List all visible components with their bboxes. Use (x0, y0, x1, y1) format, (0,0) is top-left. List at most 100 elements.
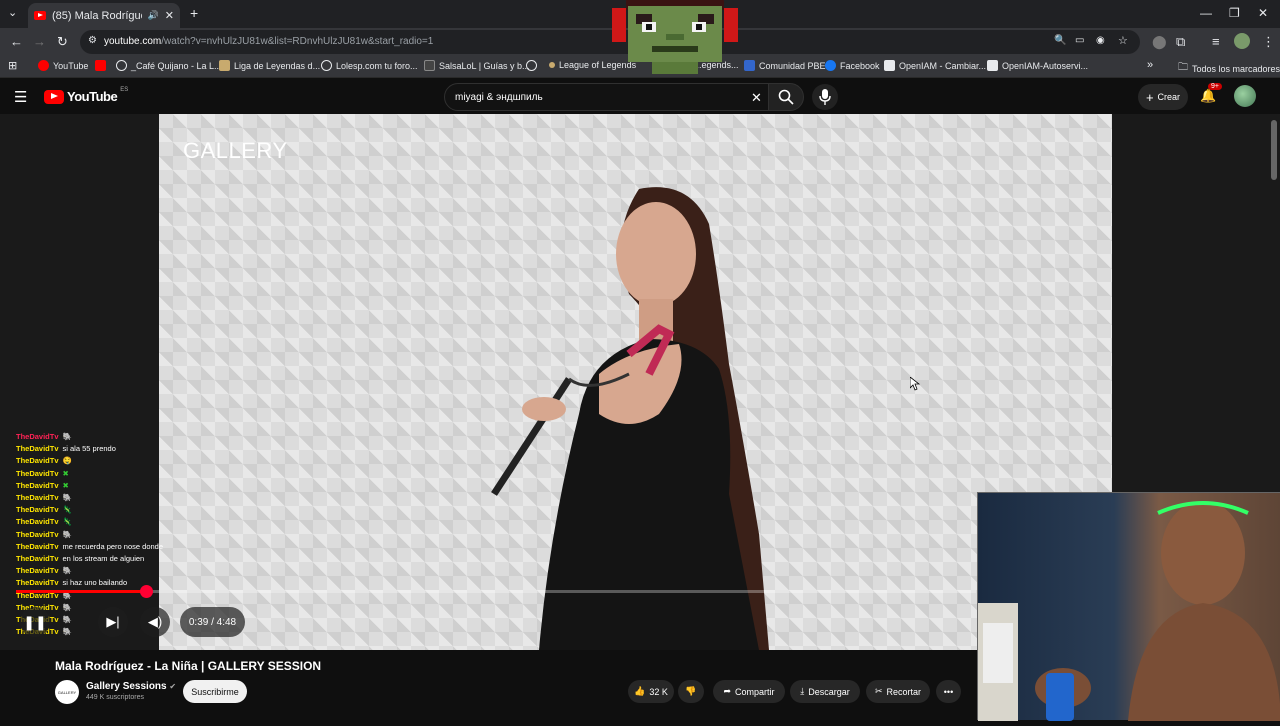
like-button[interactable]: 👍 32 K (628, 680, 674, 703)
openiam-icon (987, 60, 998, 71)
chat-message: TheDavidTv🐘 (16, 566, 72, 576)
video-title: Mala Rodríguez - La Niña | GALLERY SESSI… (55, 659, 322, 673)
chat-message: TheDavidTv 🤤 (16, 456, 72, 466)
user-avatar[interactable] (1234, 85, 1256, 107)
search-input[interactable]: miyagi & эндшпиль ✕ (444, 83, 770, 111)
tab-search-icon[interactable]: ⌄ (8, 6, 17, 19)
hamburger-menu-icon[interactable]: ☰ (14, 88, 27, 106)
bookmark-globe[interactable] (526, 60, 537, 71)
url-text: youtube.com/watch?v=nvhUlzJU81w&list=RDn… (104, 36, 434, 47)
browser-menu-icon[interactable]: ⋮ (1262, 34, 1275, 50)
bookmark-star-icon[interactable]: ☆ (1118, 34, 1128, 47)
youtube-play-icon (44, 89, 64, 104)
progress-scrubber[interactable] (140, 585, 153, 598)
next-button[interactable]: ▶| (98, 607, 128, 637)
voice-search-button[interactable] (812, 84, 838, 110)
salsalol-icon (424, 60, 435, 71)
more-icon: ••• (943, 686, 954, 697)
chat-message: TheDavidTv 🦎 (16, 505, 72, 515)
youtube-logo[interactable]: YouTube ES (44, 87, 128, 104)
progress-bar[interactable] (16, 590, 976, 593)
bookmark-cafe-quijano[interactable]: _Café Quijano - La L... (116, 60, 222, 71)
tab-title: (85) Mala Rodríguez - La Ni (52, 9, 142, 22)
globe-icon (116, 60, 127, 71)
microphone-icon (819, 89, 831, 105)
cast-icon[interactable]: ▭ (1075, 35, 1084, 46)
subscribe-button[interactable]: Suscribirme (183, 680, 247, 703)
bookmark-youtube-2[interactable] (95, 60, 106, 71)
extensions-puzzle-icon[interactable]: ⧉ (1176, 34, 1185, 50)
page-scrollbar[interactable] (1271, 120, 1277, 180)
chat-message: TheDavidTv 🦎 (16, 517, 72, 527)
chat-message: TheDavidTv ✖ (16, 480, 69, 490)
folder-icon: 🗀 (1178, 62, 1188, 73)
webcam-overlay (977, 492, 1280, 721)
more-bookmarks-icon[interactable]: » (1147, 59, 1153, 71)
close-window-icon[interactable]: ✕ (1258, 6, 1268, 20)
minimize-icon[interactable]: — (1200, 6, 1212, 20)
more-actions-button[interactable]: ••• (936, 680, 961, 703)
download-icon: ⤓ (800, 686, 805, 696)
forward-icon[interactable]: → (33, 34, 46, 49)
clip-button[interactable]: ✂ Recortar (866, 680, 930, 703)
singer-figure (491, 187, 769, 650)
address-bar[interactable]: ⚙ youtube.com/watch?v=nvhUlzJU81w&list=R… (80, 30, 1140, 54)
thumbs-down-icon: 👎 (685, 686, 697, 696)
youtube-icon (95, 60, 106, 71)
share-icon: ➦ (723, 686, 732, 696)
site-info-icon[interactable]: ⚙ (88, 35, 97, 46)
mouse-cursor-icon (910, 377, 920, 391)
pbe-icon (744, 60, 755, 71)
pause-icon: ❚❚ (23, 613, 47, 630)
bookmark-liga-leyendas[interactable]: Liga de Leyendas d... (219, 60, 320, 71)
reload-icon[interactable]: ↻ (57, 34, 68, 50)
youtube-masthead: ☰ YouTube ES miyagi & эндшпиль ✕ + Crear … (0, 79, 1280, 115)
bookmark-lolesp[interactable]: Lolesp.com tu foro... (321, 60, 418, 71)
channel-avatar[interactable]: GALLERY (55, 680, 79, 704)
extension-icon[interactable]: ⬤ (1152, 34, 1167, 50)
speaker-icon[interactable]: 🔊 (148, 10, 159, 21)
bookmark-openiam-autoservicio[interactable]: OpenIAM-Autoservi... (987, 60, 1088, 71)
chat-message: TheDavidTv me recuerda pero nose donde (16, 541, 164, 551)
plus-icon: + (1145, 89, 1154, 105)
dislike-button[interactable]: 👎 (678, 680, 704, 703)
bookmark-facebook[interactable]: Facebook (825, 60, 880, 71)
scissors-icon: ✂ (874, 686, 883, 696)
media-control-icon[interactable]: ≡ (1212, 34, 1220, 49)
create-button[interactable]: + Crear (1138, 84, 1188, 110)
lol-icon (219, 60, 230, 71)
next-icon: ▶| (106, 614, 120, 629)
volume-icon: ◀) (147, 614, 163, 629)
chat-message: TheDavidTv en los stream de alguien (16, 554, 145, 564)
download-button[interactable]: ⤓ Descargar (790, 680, 860, 703)
lol-icon (549, 62, 555, 68)
all-bookmarks-folder[interactable]: 🗀 Todos los marcadores (1178, 60, 1280, 77)
globe-icon (526, 60, 537, 71)
back-icon[interactable]: ← (10, 34, 23, 49)
bookmark-youtube[interactable]: YouTube (38, 60, 88, 71)
bookmark-comunidad-pbe[interactable]: Comunidad PBE (744, 60, 826, 71)
profile-avatar[interactable] (1234, 33, 1250, 49)
apps-grid-icon[interactable]: ⊞ (8, 59, 17, 72)
volume-button[interactable]: ◀) (140, 607, 170, 637)
openiam-icon (884, 60, 895, 71)
bookmark-salsalol[interactable]: SalsaLoL | Guías y b... (424, 60, 530, 71)
zoom-icon[interactable]: 🔍 (1054, 35, 1066, 46)
video-frame[interactable]: GALLERY (159, 114, 1112, 650)
pause-button[interactable]: ❚❚ (20, 607, 50, 637)
chat-message: TheDavidTv🐘 (16, 529, 72, 539)
browser-tab[interactable]: (85) Mala Rodríguez - La Ni 🔊 ✕ (28, 3, 180, 28)
channel-name[interactable]: Gallery Sessions ✔ (86, 681, 176, 692)
tab-close-icon[interactable]: ✕ (165, 9, 174, 22)
bell-icon[interactable]: 🔔 (1200, 88, 1216, 104)
restore-icon[interactable]: ❐ (1229, 6, 1240, 20)
bookmark-openiam-cambiar[interactable]: OpenIAM - Cambiar... (884, 60, 986, 71)
youtube-icon (38, 60, 49, 71)
search-button[interactable] (768, 83, 804, 111)
share-button[interactable]: ➦ Compartir (713, 680, 785, 703)
clear-search-icon[interactable]: ✕ (751, 90, 762, 106)
chat-message: TheDavidTv si haz uno bailando (16, 578, 128, 588)
thumbs-up-icon: 👍 (634, 686, 646, 696)
eye-off-icon[interactable]: ◉ (1096, 35, 1105, 46)
new-tab-icon[interactable]: + (190, 5, 198, 21)
